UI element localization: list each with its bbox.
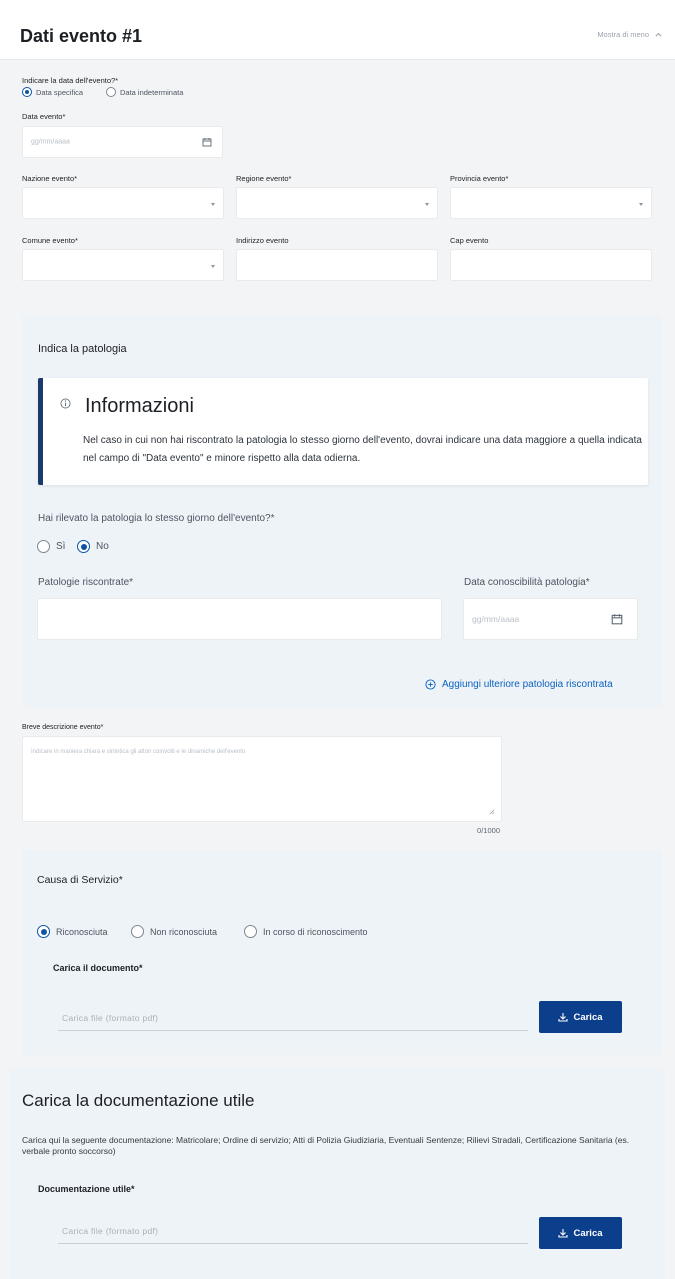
- section-header: Dati evento #1 Mostra di meno: [0, 0, 675, 60]
- province-caret-icon: [639, 203, 643, 206]
- zip-input[interactable]: [450, 249, 652, 281]
- known-date-placeholder: gg/mm/aaaa: [472, 614, 520, 624]
- radio-recognized-dot: [37, 925, 50, 938]
- radio-specific-date-dot: [22, 87, 32, 97]
- province-select[interactable]: [450, 187, 652, 219]
- radio-in-progress[interactable]: In corso di riconoscimento: [244, 925, 368, 938]
- radio-specific-date-label: Data specifica: [36, 87, 84, 97]
- address-label: Indirizzo evento: [236, 236, 289, 245]
- resize-handle-icon[interactable]: [488, 808, 495, 815]
- city-caret-icon: [211, 265, 215, 268]
- pathology-title: Indica la patologia: [38, 343, 127, 355]
- add-pathology-label: Aggiungi ulteriore patologia riscontrata: [442, 679, 613, 690]
- province-label: Provincia evento*: [450, 174, 509, 183]
- radio-not-recognized-label: Non riconosciuta: [150, 926, 218, 937]
- address-input[interactable]: [236, 249, 438, 281]
- radio-same-day-yes-label: Sì: [56, 541, 66, 552]
- section-title: Dati evento #1: [20, 26, 143, 46]
- description-counter: 0/1000: [477, 826, 500, 835]
- radio-recognized[interactable]: Riconosciuta: [37, 925, 108, 938]
- radio-recognized-label: Riconosciuta: [56, 926, 108, 937]
- radio-same-day-no-dot: [77, 540, 90, 553]
- documentation-upload-button-label: Carica: [573, 1227, 603, 1239]
- same-day-question: Hai rilevato la patologia lo stesso gior…: [38, 513, 275, 524]
- pathology-panel: [22, 315, 662, 707]
- description-label: Breve descrizione evento*: [22, 724, 104, 731]
- city-label: Comune evento*: [22, 236, 78, 245]
- radio-undetermined-date-dot: [106, 87, 116, 97]
- collapse-toggle[interactable]: Mostra di meno: [597, 30, 663, 39]
- upload-icon: [558, 1013, 569, 1022]
- upload-icon: [558, 1229, 569, 1238]
- nation-select[interactable]: [22, 187, 224, 219]
- chevron-up-icon: [655, 32, 662, 37]
- upload-document-field[interactable]: Carica file (formato pdf): [58, 1003, 528, 1031]
- upload-document-button-label: Carica: [573, 1011, 603, 1023]
- radio-same-day-no-label: No: [96, 541, 109, 552]
- radio-in-progress-dot: [244, 925, 257, 938]
- nation-label: Nazione evento*: [22, 174, 78, 183]
- info-callout: Informazioni Nel caso in cui non hai ris…: [38, 378, 648, 485]
- documentation-upload-placeholder: Carica file (formato pdf): [62, 1226, 159, 1236]
- pathology-found-input[interactable]: [37, 598, 442, 640]
- radio-same-day-no[interactable]: No: [77, 540, 109, 553]
- upload-document-label: Carica il documento*: [53, 963, 143, 973]
- radio-undetermined-date[interactable]: Data indeterminata: [106, 87, 183, 97]
- radio-undetermined-date-label: Data indeterminata: [120, 87, 184, 97]
- upload-document-button[interactable]: Carica: [539, 1001, 622, 1033]
- calendar-icon[interactable]: [611, 613, 623, 625]
- region-select[interactable]: [236, 187, 438, 219]
- radio-same-day-yes[interactable]: Sì: [37, 540, 65, 553]
- known-date-input[interactable]: gg/mm/aaaa: [463, 598, 638, 640]
- calendar-icon[interactable]: [202, 137, 212, 147]
- documentation-title: Carica la documentazione utile: [22, 1091, 255, 1110]
- description-textarea[interactable]: Indicare in maniera chiara e sintetica g…: [22, 736, 502, 822]
- event-date-placeholder: gg/mm/aaaa: [31, 138, 70, 146]
- plus-circle-icon: [425, 679, 436, 690]
- city-select[interactable]: [22, 249, 224, 281]
- nation-caret-icon: [211, 203, 215, 206]
- radio-in-progress-label: In corso di riconoscimento: [263, 926, 368, 937]
- radio-not-recognized[interactable]: Non riconosciuta: [131, 925, 217, 938]
- upload-document-placeholder: Carica file (formato pdf): [62, 1013, 159, 1023]
- info-title: Informazioni: [85, 395, 194, 417]
- collapse-toggle-label: Mostra di meno: [597, 30, 649, 39]
- event-date-input[interactable]: gg/mm/aaaa: [22, 126, 223, 158]
- add-pathology-link[interactable]: Aggiungi ulteriore patologia riscontrata: [425, 679, 613, 690]
- service-cause-title: Causa di Servizio*: [37, 874, 123, 886]
- region-label: Regione evento*: [236, 174, 292, 183]
- documentation-upload-label: Documentazione utile*: [38, 1184, 135, 1194]
- known-date-label: Data conoscibilità patologia*: [464, 577, 590, 588]
- pathology-found-label: Patologie riscontrate*: [38, 577, 134, 588]
- event-date-label: Data evento*: [22, 112, 66, 121]
- info-icon: [60, 398, 71, 409]
- documentation-upload-field[interactable]: Carica file (formato pdf): [58, 1216, 528, 1244]
- zip-label: Cap evento: [450, 236, 489, 245]
- documentation-upload-button[interactable]: Carica: [539, 1217, 622, 1249]
- description-placeholder: Indicare in maniera chiara e sintetica g…: [31, 749, 246, 755]
- event-date-question: Indicare la data dell'evento?*: [22, 76, 119, 85]
- radio-not-recognized-dot: [131, 925, 144, 938]
- info-text: Nel caso in cui non hai riscontrato la p…: [83, 435, 642, 464]
- radio-same-day-yes-dot: [37, 540, 50, 553]
- documentation-description: Carica qui la seguente documentazione: M…: [22, 1135, 630, 1156]
- region-caret-icon: [425, 203, 429, 206]
- radio-specific-date[interactable]: Data specifica: [22, 87, 83, 97]
